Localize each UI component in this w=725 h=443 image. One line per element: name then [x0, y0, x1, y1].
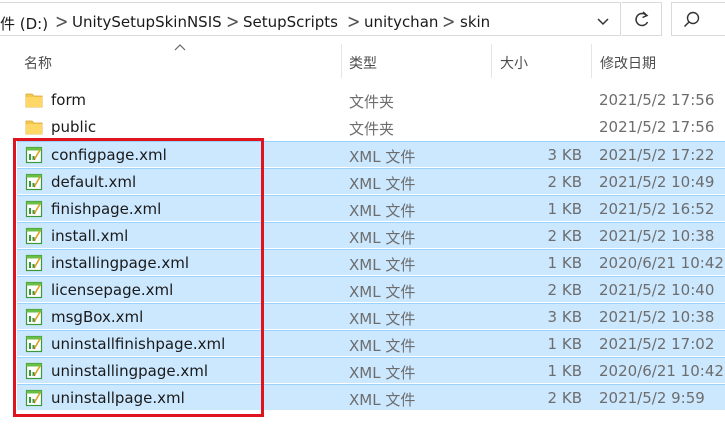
file-type: XML 文件 [349, 148, 416, 166]
file-type: XML 文件 [349, 310, 416, 328]
file-date: 2021/5/2 10:38 [599, 227, 715, 245]
breadcrumb-separator[interactable]: > [55, 10, 68, 33]
breadcrumb-unitysetupskinnsis[interactable]: UnitySetupSkinNSIS [72, 13, 222, 31]
file-type: 文件夹 [349, 120, 395, 138]
column-divider[interactable] [491, 44, 492, 78]
file-type: XML 文件 [349, 229, 416, 247]
file-date: 2021/5/2 9:59 [599, 389, 705, 407]
file-type: XML 文件 [349, 364, 416, 382]
breadcrumb-skin[interactable]: skin [460, 13, 490, 31]
breadcrumb-unitychan[interactable]: unitychan [364, 13, 438, 31]
file-date: 2020/6/21 10:42 [599, 362, 724, 380]
column-size[interactable]: 大小 [500, 53, 528, 73]
file-size: 3 KB [547, 308, 582, 326]
search-icon [683, 11, 700, 28]
file-date: 2021/5/2 10:38 [599, 308, 715, 326]
file-date: 2021/5/2 17:02 [599, 335, 715, 353]
file-date: 2021/5/2 10:49 [599, 173, 715, 191]
file-row[interactable]: form 文件夹 2021/5/2 17:56 [17, 87, 725, 113]
file-size: 1 KB [547, 254, 582, 272]
column-divider[interactable] [591, 44, 592, 78]
annotation-highlight-box [13, 138, 264, 417]
breadcrumb-separator[interactable]: > [226, 10, 239, 33]
file-size: 1 KB [547, 362, 582, 380]
file-name: form [51, 91, 86, 109]
file-date: 2021/5/2 10:40 [599, 281, 715, 299]
column-divider[interactable] [341, 44, 342, 78]
column-name[interactable]: 名称 [24, 53, 52, 73]
file-size: 2 KB [547, 227, 582, 245]
column-date[interactable]: 修改日期 [600, 53, 656, 73]
chevron-down-icon[interactable] [593, 14, 613, 30]
file-date: 2021/5/2 17:22 [599, 146, 715, 164]
file-type: XML 文件 [349, 391, 416, 409]
file-type: XML 文件 [349, 283, 416, 301]
file-date: 2021/5/2 16:52 [599, 200, 715, 218]
search-input[interactable] [671, 2, 725, 36]
file-size: 1 KB [547, 200, 582, 218]
address-box[interactable]: 件 (D:) > UnitySetupSkinNSIS > SetupScrip… [0, 2, 621, 36]
file-date: 2021/5/2 17:56 [599, 91, 715, 109]
file-size: 1 KB [547, 335, 582, 353]
file-size: 2 KB [547, 173, 582, 191]
file-row[interactable]: public 文件夹 2021/5/2 17:56 [17, 114, 725, 140]
refresh-button[interactable] [622, 2, 662, 36]
column-header: 名称 类型 大小 修改日期 [0, 40, 725, 82]
breadcrumb-separator[interactable]: > [347, 10, 360, 33]
breadcrumb-separator[interactable]: > [442, 10, 455, 33]
column-type[interactable]: 类型 [349, 53, 377, 73]
breadcrumb-drive[interactable]: 件 (D:) [0, 13, 48, 34]
folder-icon [25, 118, 43, 136]
file-type: 文件夹 [349, 93, 395, 111]
file-name: public [51, 118, 97, 136]
file-type: XML 文件 [349, 175, 416, 193]
sort-ascending-icon [174, 44, 186, 51]
refresh-icon [635, 11, 649, 27]
address-bar: 件 (D:) > UnitySetupSkinNSIS > SetupScrip… [0, 0, 725, 40]
file-type: XML 文件 [349, 337, 416, 355]
folder-icon [25, 91, 43, 109]
file-type: XML 文件 [349, 256, 416, 274]
file-size: 3 KB [547, 146, 582, 164]
file-size: 2 KB [547, 281, 582, 299]
file-date: 2021/5/2 17:56 [599, 118, 715, 136]
file-date: 2020/6/21 10:42 [599, 254, 724, 272]
file-type: XML 文件 [349, 202, 416, 220]
file-size: 2 KB [547, 389, 582, 407]
breadcrumb-setupscripts[interactable]: SetupScripts [243, 13, 338, 31]
